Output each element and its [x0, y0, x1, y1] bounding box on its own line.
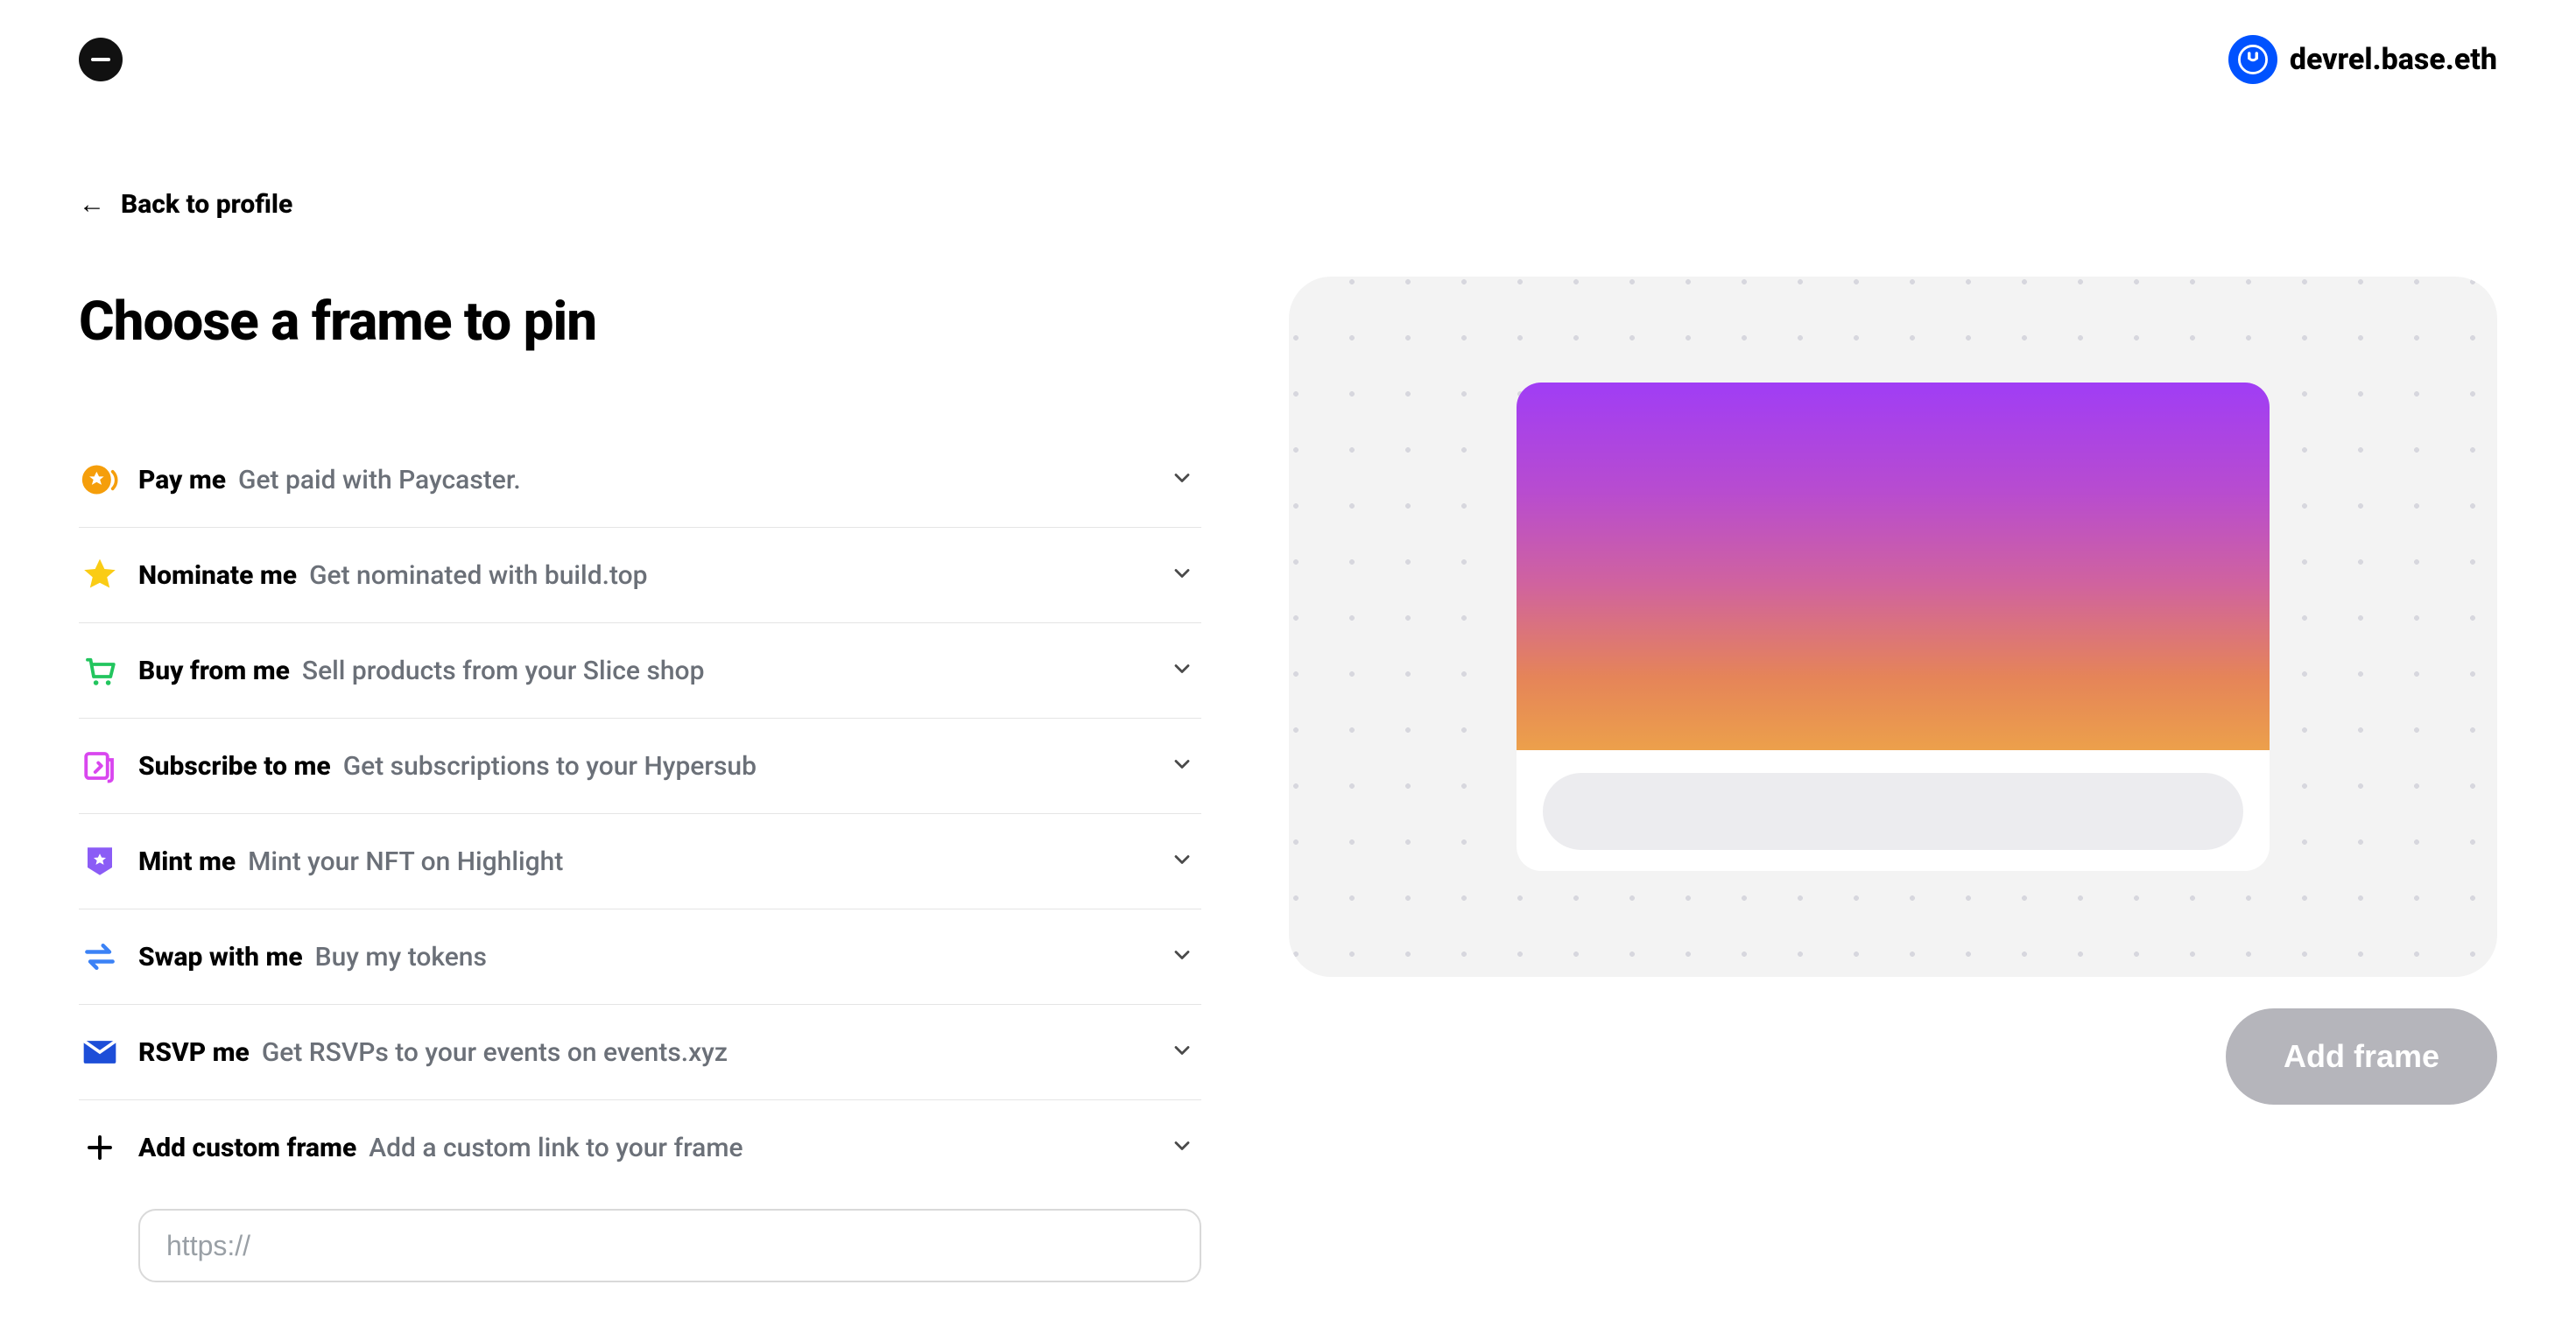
swap-icon — [79, 936, 121, 978]
chevron-down-icon — [1170, 847, 1201, 875]
frame-desc: Mint your NFT on Highlight — [248, 846, 563, 877]
frame-desc: Sell products from your Slice shop — [302, 656, 705, 686]
frame-title: Nominate me — [138, 560, 297, 591]
frame-desc: Add a custom link to your frame — [369, 1133, 743, 1163]
chevron-down-icon — [1170, 1038, 1201, 1066]
app-logo-icon[interactable] — [79, 38, 123, 81]
frame-list: Pay me Get paid with Paycaster. Nominate… — [79, 432, 1201, 1282]
back-label: Back to profile — [121, 189, 292, 220]
user-chip[interactable]: devrel.base.eth — [2228, 35, 2497, 84]
rsvp-icon — [79, 1031, 121, 1073]
user-label: devrel.base.eth — [2290, 42, 2497, 77]
subscribe-icon — [79, 745, 121, 787]
frame-row-nominate[interactable]: Nominate me Get nominated with build.top — [79, 528, 1201, 623]
frame-desc: Buy my tokens — [315, 942, 487, 972]
frame-row-buy[interactable]: Buy from me Sell products from your Slic… — [79, 623, 1201, 719]
chevron-down-icon — [1170, 752, 1201, 780]
frame-preview-button-placeholder — [1543, 773, 2243, 850]
frame-title: Mint me — [138, 846, 236, 877]
frame-row-subscribe[interactable]: Subscribe to me Get subscriptions to you… — [79, 719, 1201, 814]
frame-title: Pay me — [138, 465, 226, 495]
add-frame-button[interactable]: Add frame — [2226, 1008, 2497, 1105]
chevron-down-icon — [1170, 943, 1201, 971]
avatar — [2228, 35, 2277, 84]
chevron-down-icon — [1170, 561, 1201, 589]
chevron-down-icon — [1170, 656, 1201, 685]
frame-row-custom[interactable]: Add custom frame Add a custom link to yo… — [79, 1100, 1201, 1195]
chevron-down-icon — [1170, 1134, 1201, 1162]
frame-desc: Get paid with Paycaster. — [238, 465, 521, 495]
plus-icon — [79, 1127, 121, 1169]
mint-icon — [79, 840, 121, 882]
pay-icon — [79, 459, 121, 501]
frame-row-mint[interactable]: Mint me Mint your NFT on Highlight — [79, 814, 1201, 909]
frame-title: Add custom frame — [138, 1133, 356, 1163]
frame-row-pay[interactable]: Pay me Get paid with Paycaster. — [79, 432, 1201, 528]
frame-preview-card — [1289, 277, 2497, 977]
frame-desc: Get RSVPs to your events on events.xyz — [262, 1037, 728, 1068]
chevron-down-icon — [1170, 466, 1201, 494]
custom-frame-url-input[interactable] — [138, 1209, 1201, 1282]
page-title: Choose a frame to pin — [79, 290, 1201, 354]
frame-desc: Get subscriptions to your Hypersub — [343, 751, 757, 782]
frame-preview — [1517, 383, 2270, 871]
frame-title: Swap with me — [138, 942, 303, 972]
header: devrel.base.eth — [0, 0, 2576, 84]
frame-desc: Get nominated with build.top — [309, 560, 647, 591]
arrow-left-icon: ← — [79, 192, 105, 218]
frame-title: Subscribe to me — [138, 751, 331, 782]
frame-preview-image — [1517, 383, 2270, 750]
nominate-icon — [79, 554, 121, 596]
buy-icon — [79, 649, 121, 692]
back-to-profile-link[interactable]: ← Back to profile — [79, 189, 1201, 220]
frame-title: Buy from me — [138, 656, 290, 686]
frame-row-swap[interactable]: Swap with me Buy my tokens — [79, 909, 1201, 1005]
frame-row-rsvp[interactable]: RSVP me Get RSVPs to your events on even… — [79, 1005, 1201, 1100]
frame-title: RSVP me — [138, 1037, 250, 1068]
